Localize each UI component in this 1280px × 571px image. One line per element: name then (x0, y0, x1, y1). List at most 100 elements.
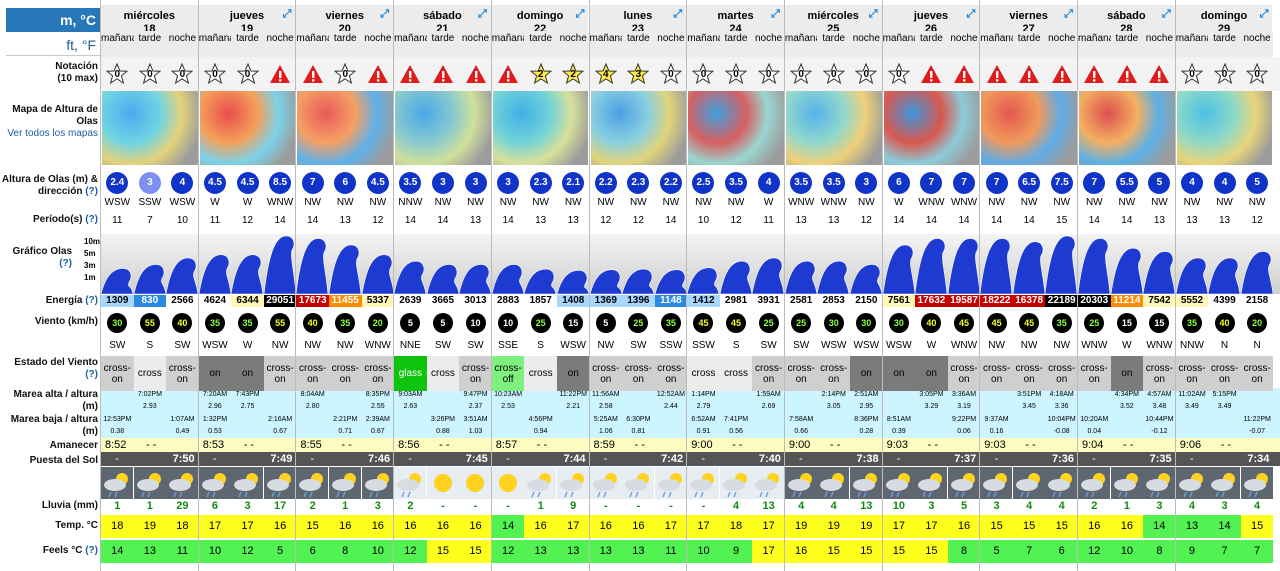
wave-direction: NW (1216, 197, 1233, 208)
expand-icon[interactable]: ⤢ (966, 8, 975, 21)
wind-state: cross (426, 356, 460, 391)
wind-speed-badge: 15 (1116, 313, 1137, 333)
day-header[interactable]: martes 24 ⤢ (687, 5, 785, 35)
help-icon[interactable]: (?) (85, 214, 98, 225)
day-header[interactable]: jueves 26 ⤢ (882, 5, 981, 35)
wave-period: 14 (1121, 215, 1133, 226)
wave-height-map[interactable] (981, 91, 1077, 165)
day-header[interactable]: domingo 29 ⤢ (1175, 5, 1274, 35)
wave-height-map[interactable] (785, 91, 882, 165)
wave-height-map[interactable] (1079, 91, 1175, 165)
temp-value: 16 (459, 515, 492, 538)
weather-icon (589, 467, 622, 499)
wind-direction: SW (793, 340, 810, 351)
rating-value: 0 (114, 69, 121, 80)
period-label: mañana (394, 31, 430, 57)
help-icon[interactable]: (?) (85, 186, 98, 197)
wave-height-map[interactable] (590, 91, 687, 165)
wind-state: cross-on (263, 356, 297, 391)
unit-imperial-button[interactable]: ft, °F (6, 34, 100, 56)
day-separator (490, 0, 492, 571)
day-header[interactable]: miércoles 25 ⤢ (784, 5, 883, 35)
period-label: noche (1045, 31, 1078, 57)
all-maps-link[interactable]: Ver todos los mapas (7, 128, 98, 139)
wind-direction: WNW (364, 340, 391, 351)
low-tide-time: 9:22PM (951, 416, 977, 423)
sunset-dash: - (896, 453, 901, 465)
rating-value: 0 (863, 69, 870, 80)
energy-value: 830 (133, 295, 167, 307)
high-tide-time: 3:36AM (951, 391, 977, 398)
wind-speed-badge: 25 (530, 313, 551, 333)
expand-icon[interactable]: ⤢ (478, 8, 487, 21)
wind-state: cross-on (1208, 356, 1241, 391)
wave-height-map[interactable] (883, 91, 980, 165)
expand-icon[interactable]: ⤢ (380, 8, 389, 21)
expand-icon[interactable]: ⤢ (1162, 8, 1171, 21)
wave-height-map[interactable] (1176, 91, 1273, 165)
sunrise-time: 9:00 (788, 439, 811, 451)
expand-icon[interactable]: ⤢ (1260, 8, 1269, 21)
feels-value: 15 (459, 540, 492, 563)
low-tide-time: 12:53PM (103, 416, 132, 423)
day-header[interactable]: miércoles 18 (101, 5, 199, 35)
sunrise-time: 8:59 (593, 439, 615, 451)
day-header[interactable]: jueves 19 ⤢ (198, 5, 297, 35)
day-header[interactable]: domingo 22 ⤢ (491, 5, 590, 35)
day-header[interactable]: lunes 23 ⤢ (589, 5, 688, 35)
wave-direction: NW (630, 197, 647, 208)
wave-height-map[interactable] (688, 91, 784, 165)
help-icon[interactable]: (?) (85, 545, 98, 556)
help-icon[interactable]: (?) (59, 258, 72, 269)
wind-state: cross-on (654, 356, 688, 391)
expand-icon[interactable]: ⤢ (673, 8, 682, 21)
wave-period: 14 (893, 215, 905, 226)
low-tide-time: 10:04PM (1047, 416, 1076, 423)
feels-value: 7 (1240, 540, 1274, 563)
day-name: miércoles (807, 10, 859, 22)
wave-height-map[interactable] (199, 91, 296, 165)
expand-icon[interactable]: ⤢ (576, 8, 585, 21)
day-name: domingo (1200, 10, 1248, 22)
unit-metric-button[interactable]: m, °C (6, 8, 100, 32)
low-tide-height: -0.12 (1151, 428, 1168, 435)
temp-value: 13 (1175, 515, 1209, 538)
rating-value: 0 (1221, 69, 1228, 80)
wave-direction: NW (1020, 197, 1038, 208)
day-separator (686, 0, 688, 571)
wind-state-label: Estado del Viento (?) (14, 357, 98, 380)
day-header[interactable]: viernes 27 ⤢ (980, 5, 1078, 35)
wave-height-badge: 4 (1213, 172, 1236, 194)
wind-speed-badge: 10 (465, 313, 486, 333)
day-header[interactable]: sábado 21 ⤢ (394, 5, 492, 35)
wave-direction: WSW (104, 197, 131, 208)
wave-height-map[interactable] (492, 91, 589, 165)
help-icon[interactable]: (?) (85, 369, 98, 380)
wind-state: cross-on (328, 356, 362, 391)
high-tide-height: 2.79 (696, 403, 711, 410)
weather-icon (1045, 467, 1078, 499)
temp-value: 17 (915, 515, 948, 538)
help-icon[interactable]: (?) (85, 295, 98, 306)
low-tide-height: 0.49 (175, 428, 190, 435)
energy-value: 2639 (394, 295, 427, 307)
wave-height-map[interactable] (102, 91, 198, 165)
wave-height-map[interactable] (395, 91, 491, 165)
day-header[interactable]: viernes 20 ⤢ (296, 5, 395, 35)
wind-state: cross (687, 356, 720, 391)
wave-period: 14 (307, 215, 319, 226)
expand-icon[interactable]: ⤢ (869, 8, 878, 21)
day-header[interactable]: sábado 28 ⤢ (1078, 5, 1176, 35)
expand-icon[interactable]: ⤢ (283, 8, 292, 21)
rating-value: 0 (1189, 69, 1195, 80)
temp-value: 16 (426, 515, 460, 538)
wave-direction: NW (304, 197, 321, 208)
period-label: mañana (687, 31, 723, 57)
wave-period: 14 (665, 215, 677, 226)
rain-value: - (603, 500, 608, 512)
wave-height-map[interactable] (297, 91, 394, 165)
expand-icon[interactable]: ⤢ (771, 8, 780, 21)
wind-state: on (556, 356, 590, 391)
expand-icon[interactable]: ⤢ (1064, 8, 1073, 21)
wind-state: cross-on (459, 356, 492, 391)
